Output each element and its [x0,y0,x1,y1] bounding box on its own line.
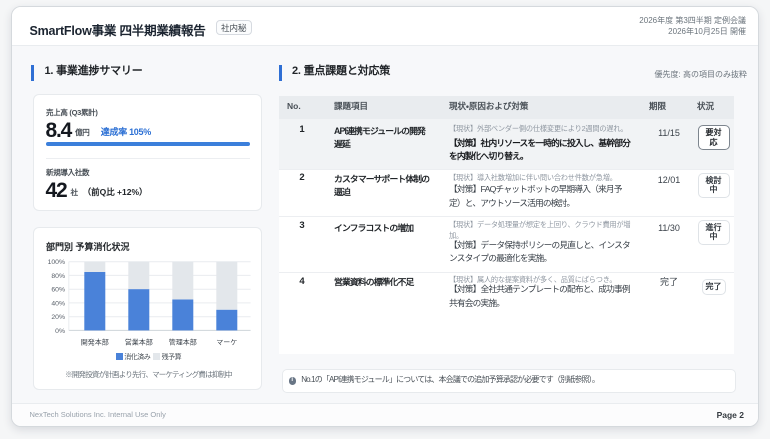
svg-text:20%: 20% [51,314,65,321]
svg-text:40%: 40% [51,300,65,307]
svg-text:マーケ: マーケ [216,338,237,346]
svg-text:管理本部: 管理本部 [169,337,197,346]
svg-text:80%: 80% [51,272,65,279]
svg-text:100%: 100% [48,259,65,266]
svg-text:営業本部: 営業本部 [125,337,153,346]
svg-text:60%: 60% [51,286,65,293]
svg-text:0%: 0% [55,327,65,334]
svg-text:開発本部: 開発本部 [81,337,109,346]
